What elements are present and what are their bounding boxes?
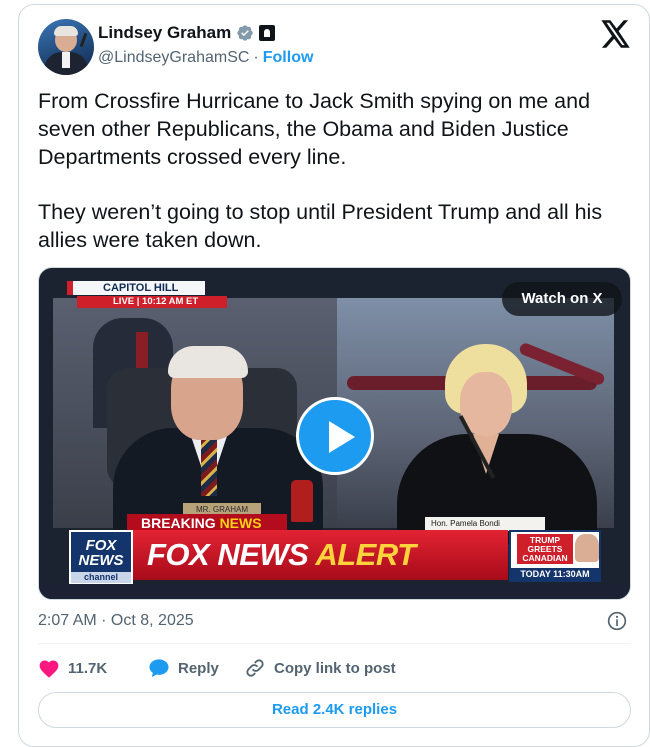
- tweet-timestamp[interactable]: 2:07 AM · Oct 8, 2025: [38, 612, 194, 630]
- heart-icon: [39, 660, 59, 678]
- news-ticker: [39, 584, 630, 599]
- video-player[interactable]: MR. GRAHAM Hon. Pamela Bondi CAPITOL HIL…: [38, 267, 631, 600]
- video-right-pane: Hon. Pamela Bondi: [337, 298, 614, 544]
- live-bug-text: LIVE | 10:12 AM ET: [77, 296, 227, 308]
- location-bug: CAPITOL HILL LIVE | 10:12 AM ET: [67, 281, 227, 309]
- link-icon: [246, 659, 264, 677]
- tweet-paragraph-2: They weren’t going to stop until Preside…: [38, 200, 609, 252]
- alert-prefix: FOX NEWS: [147, 537, 316, 572]
- tweet-paragraph-1: From Crossfire Hurricane to Jack Smith s…: [38, 89, 597, 169]
- alert-suffix: ALERT: [315, 537, 416, 572]
- speech-bubble-icon: [149, 659, 169, 678]
- avatar[interactable]: [38, 19, 94, 75]
- play-icon[interactable]: [296, 397, 374, 475]
- author-handle[interactable]: @LindseyGrahamSC: [98, 49, 249, 67]
- news-lower-third: BREAKING NEWS FOX NEWS channel FOX NEWS …: [39, 514, 630, 599]
- promo-headline: TRUMP GREETS CANADIAN PM CARNEY: [517, 534, 573, 572]
- alert-banner: FOX NEWS ALERT: [133, 530, 508, 580]
- verified-badge-icon: [237, 25, 253, 41]
- network-logo-line3: channel: [71, 572, 131, 583]
- watch-on-x-button[interactable]: Watch on X: [502, 282, 622, 316]
- promo-box: TRUMP GREETS CANADIAN PM CARNEY TODAY 11…: [509, 530, 601, 582]
- x-logo-icon[interactable]: [601, 20, 631, 48]
- promo-photo: [575, 534, 599, 562]
- handle-separator: ·: [253, 49, 259, 66]
- author-name[interactable]: Lindsey Graham: [98, 23, 231, 43]
- network-logo-line2: NEWS: [78, 552, 124, 569]
- reply-label: Reply: [178, 659, 219, 677]
- breaking-suffix: NEWS: [219, 515, 262, 531]
- info-icon[interactable]: [607, 611, 627, 631]
- promo-time: TODAY 11:30AM: [511, 568, 599, 580]
- like-count: 11.7K: [68, 659, 108, 677]
- author-handle-row: @LindseyGrahamSC · Follow: [98, 49, 313, 67]
- government-affiliation-icon: [259, 25, 276, 41]
- copy-link-button[interactable]: Copy link to post: [244, 657, 396, 679]
- location-bug-text: CAPITOL HILL: [67, 281, 205, 295]
- read-replies-button[interactable]: Read 2.4K replies: [38, 692, 631, 728]
- breaking-prefix: BREAKING: [141, 515, 220, 531]
- like-button[interactable]: 11.7K: [38, 658, 148, 678]
- divider: [38, 643, 631, 644]
- author-name-row: Lindsey Graham: [98, 23, 276, 43]
- tweet-text: From Crossfire Hurricane to Jack Smith s…: [38, 88, 633, 255]
- reply-button[interactable]: Reply: [148, 658, 244, 678]
- network-logo: FOX NEWS channel: [69, 530, 133, 584]
- copy-link-label: Copy link to post: [274, 659, 396, 677]
- action-bar: 11.7K Reply Copy link to post: [38, 656, 396, 680]
- follow-button[interactable]: Follow: [263, 49, 314, 67]
